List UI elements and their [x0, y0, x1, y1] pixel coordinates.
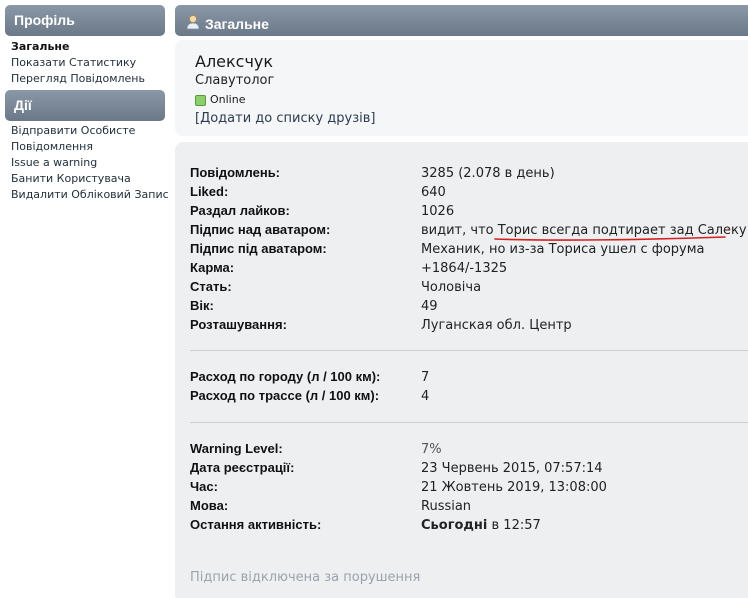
stat-row: Остання активність: Сьогодні в 12:57	[190, 515, 541, 534]
stat-value: 23 Червень 2015, 07:57:14	[421, 461, 603, 476]
stat-label: Остання активність:	[190, 517, 322, 532]
sidebar-item-ban-user[interactable]: Банити Користувача	[11, 171, 165, 187]
stat-row: Розташування: Луганская обл. Центр	[190, 315, 572, 334]
profile-section-title: Профіль	[14, 12, 75, 28]
stat-row: Час: 21 Жовтень 2019, 13:08:00	[190, 477, 607, 496]
stat-row: Warning Level: 7%	[190, 439, 442, 458]
stat-value: 640	[421, 185, 446, 200]
stat-label: Підпис над аватаром:	[190, 222, 331, 237]
stat-value: Механик, но из-за Ториса ушел с форума	[421, 242, 705, 257]
stat-value: Чоловіча	[421, 280, 482, 295]
stat-row: Карма: +1864/-1325	[190, 258, 507, 277]
last-activity-day: Сьогодні	[421, 518, 488, 533]
section-divider	[190, 350, 748, 351]
stat-row: Стать: Чоловіча	[190, 277, 481, 296]
sidebar-item-general[interactable]: Загальне	[11, 39, 165, 55]
stat-value: 7	[421, 370, 430, 385]
stat-label: Карма:	[190, 260, 235, 275]
add-friend-link[interactable]: [Додати до списку друзів]	[195, 110, 748, 128]
stat-label: Мова:	[190, 498, 229, 513]
stat-value: Луганская обл. Центр	[421, 318, 572, 333]
signature-disabled-note: Підпис відключена за порушення	[190, 570, 421, 585]
stat-row: Расход по трассе (л / 100 км): 4	[190, 386, 429, 405]
profile-section-header: Профіль	[5, 5, 165, 36]
main-title: Загальне	[205, 16, 269, 32]
sidebar-item-show-stats[interactable]: Показати Статистику	[11, 55, 165, 71]
username: Алексчук	[195, 52, 274, 71]
sidebar-item-delete-account[interactable]: Видалити Обліковий Запис	[11, 187, 169, 203]
stat-label: Раздал лайков:	[190, 203, 290, 218]
stat-row: Мова: Russian	[190, 496, 471, 515]
sidebar-item-send-pm[interactable]: Відправити Особисте	[11, 123, 165, 139]
actions-menu: Відправити Особисте Повідомлення Issue a…	[5, 121, 169, 206]
stat-row: Liked: 640	[190, 182, 446, 201]
stat-label: Вік:	[190, 298, 214, 313]
stat-value: 49	[421, 299, 438, 314]
red-underline-annotation	[494, 228, 730, 241]
stat-label: Warning Level:	[190, 441, 283, 456]
stat-label: Расход по городу (л / 100 км):	[190, 369, 381, 384]
stat-label: Расход по трассе (л / 100 км):	[190, 388, 380, 403]
stats-panel: Повідомлень: 3285 (2.078 в день) Liked: 64…	[175, 142, 748, 598]
sidebar-item-messages[interactable]: Повідомлення	[11, 139, 165, 155]
stat-row: Дата реєстрації: 23 Червень 2015, 07:57:1…	[190, 458, 603, 477]
user-info-box: Алексчук Славутолог Online [Додати до сп…	[175, 40, 748, 136]
stat-value: 7%	[421, 442, 442, 457]
stat-value: 1026	[421, 204, 455, 219]
section-divider	[190, 422, 748, 423]
stat-label: Стать:	[190, 279, 232, 294]
main-header: Загальне	[175, 5, 748, 36]
online-status-label: Online	[210, 93, 246, 106]
stat-row: Повідомлень: 3285 (2.078 в день)	[190, 163, 555, 182]
stat-value: 4	[421, 389, 430, 404]
last-activity-value: Сьогодні в 12:57	[421, 518, 541, 533]
stat-value: 21 Жовтень 2019, 13:08:00	[421, 480, 607, 495]
actions-section-title: Дії	[14, 97, 32, 113]
stat-value: +1864/-1325	[421, 261, 508, 276]
stat-label: Підпис під аватаром:	[190, 241, 327, 256]
stat-label: Liked:	[190, 184, 229, 199]
main-panel: Загальне Алексчук Славутолог Online [Дод…	[175, 5, 748, 598]
actions-section-header: Дії	[5, 90, 165, 121]
stat-label: Розташування:	[190, 317, 287, 332]
stat-value: Russian	[421, 499, 472, 514]
sidebar-item-view-posts[interactable]: Перегляд Повідомлень	[11, 71, 165, 87]
last-activity-time: в 12:57	[491, 518, 541, 533]
sidebar: Профіль Загальне Показати Статистику Пер…	[5, 5, 169, 206]
stat-value: 3285 (2.078 в день)	[421, 166, 555, 181]
online-status-icon	[195, 94, 206, 106]
stat-row: Вік: 49	[190, 296, 438, 315]
online-status: Online	[195, 92, 748, 108]
stat-label: Дата реєстрації:	[190, 460, 295, 475]
profile-menu: Загальне Показати Статистику Перегляд По…	[5, 36, 165, 90]
stat-row: Раздал лайков: 1026	[190, 201, 454, 220]
stat-label: Повідомлень:	[190, 165, 281, 180]
sidebar-item-issue-warning[interactable]: Issue a warning	[11, 155, 165, 171]
user-icon	[185, 14, 201, 30]
stat-row: Расход по городу (л / 100 км): 7	[190, 367, 429, 386]
stat-label: Час:	[190, 479, 218, 494]
user-title: Славутолог	[195, 73, 275, 88]
